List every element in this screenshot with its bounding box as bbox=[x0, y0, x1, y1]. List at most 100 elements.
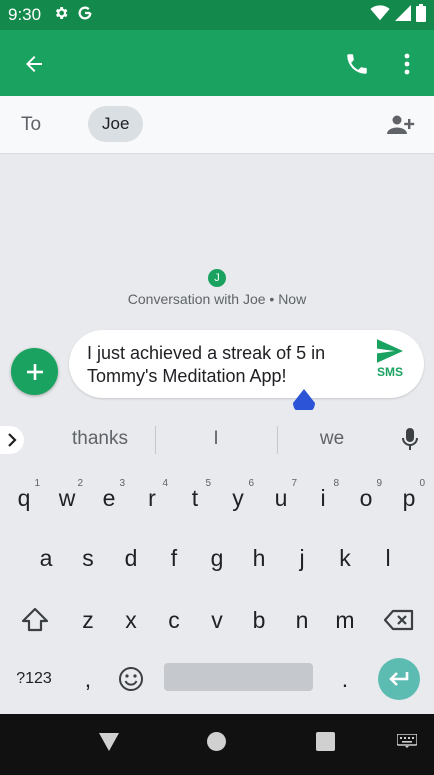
app-bar bbox=[0, 30, 434, 96]
message-text[interactable]: I just achieved a streak of 5 in Tommy's… bbox=[87, 342, 357, 388]
key-w[interactable]: w2 bbox=[47, 472, 87, 524]
send-sms-button[interactable]: SMS bbox=[367, 338, 413, 392]
suggestion-divider bbox=[155, 426, 156, 454]
expand-toolbar-button[interactable] bbox=[0, 426, 24, 454]
plus-icon bbox=[26, 363, 43, 380]
key-n[interactable]: n bbox=[282, 594, 322, 646]
key-label: y bbox=[232, 484, 244, 511]
status-time: 9:30 bbox=[8, 5, 42, 24]
send-label: SMS bbox=[376, 365, 403, 379]
arrow-left-icon bbox=[26, 56, 42, 72]
key-hint: 9 bbox=[376, 478, 382, 489]
backspace-key[interactable] bbox=[379, 594, 419, 646]
nav-recents-icon[interactable] bbox=[316, 732, 335, 751]
key-label: u bbox=[274, 484, 288, 511]
to-label: To bbox=[21, 114, 42, 135]
key-u[interactable]: u7 bbox=[261, 472, 301, 524]
contact-avatar: J bbox=[208, 269, 226, 287]
key-r[interactable]: r4 bbox=[132, 472, 172, 524]
more-options-button[interactable] bbox=[392, 45, 422, 83]
space-key[interactable] bbox=[164, 663, 313, 691]
key-l[interactable]: l bbox=[368, 532, 408, 584]
symbols-key[interactable]: ?123 bbox=[14, 653, 54, 705]
key-label: e bbox=[102, 484, 116, 511]
suggestion-3[interactable]: we bbox=[288, 428, 376, 450]
phone-icon bbox=[347, 54, 367, 74]
period-key[interactable]: . bbox=[325, 653, 365, 705]
nav-back-icon[interactable] bbox=[99, 733, 119, 751]
backspace-icon bbox=[384, 609, 414, 631]
key-label: w bbox=[58, 484, 76, 511]
key-hint: 2 bbox=[77, 478, 83, 489]
key-s[interactable]: s bbox=[68, 532, 108, 584]
key-f[interactable]: f bbox=[154, 532, 194, 584]
signal-icon bbox=[395, 4, 411, 26]
shift-key[interactable] bbox=[15, 594, 55, 646]
key-t[interactable]: t5 bbox=[175, 472, 215, 524]
add-recipient-button[interactable] bbox=[384, 110, 416, 140]
keyboard-icon[interactable] bbox=[397, 734, 417, 748]
mic-icon bbox=[402, 428, 418, 450]
add-person-icon bbox=[387, 115, 415, 134]
key-label: r bbox=[148, 484, 156, 511]
key-label: i bbox=[320, 484, 326, 511]
voice-input-button[interactable] bbox=[398, 426, 422, 454]
back-button[interactable] bbox=[16, 46, 52, 82]
key-k[interactable]: k bbox=[325, 532, 365, 584]
key-i[interactable]: i8 bbox=[303, 472, 343, 524]
wifi-icon bbox=[370, 4, 390, 26]
settings-gear-icon bbox=[53, 5, 69, 26]
key-c[interactable]: c bbox=[154, 594, 194, 646]
key-hint: 6 bbox=[248, 478, 254, 489]
key-e[interactable]: e3 bbox=[89, 472, 129, 524]
suggestion-strip: thanks I we bbox=[0, 410, 434, 470]
key-x[interactable]: x bbox=[111, 594, 151, 646]
key-g[interactable]: g bbox=[197, 532, 237, 584]
key-y[interactable]: y6 bbox=[218, 472, 258, 524]
suggestion-2[interactable]: I bbox=[172, 428, 260, 450]
key-d[interactable]: d bbox=[111, 532, 151, 584]
key-h[interactable]: h bbox=[239, 532, 279, 584]
key-v[interactable]: v bbox=[197, 594, 237, 646]
battery-icon bbox=[416, 3, 426, 27]
enter-key[interactable] bbox=[378, 658, 420, 700]
shift-icon bbox=[21, 607, 49, 632]
navigation-bar bbox=[0, 714, 434, 775]
key-hint: 4 bbox=[162, 478, 168, 489]
emoji-key[interactable] bbox=[111, 653, 151, 705]
chevron-right-icon bbox=[8, 433, 17, 447]
key-label: p bbox=[402, 484, 416, 511]
more-vert-icon bbox=[404, 53, 410, 75]
keyboard: thanks I we q1 w2 e3 r4 t5 y6 u7 i8 o9 p… bbox=[0, 410, 434, 714]
key-hint: 0 bbox=[419, 478, 425, 489]
conversation-caption: Conversation with Joe • Now bbox=[127, 291, 307, 307]
key-p[interactable]: p0 bbox=[389, 472, 429, 524]
key-b[interactable]: b bbox=[239, 594, 279, 646]
suggestion-divider bbox=[277, 426, 278, 454]
message-compose-field[interactable]: I just achieved a streak of 5 in Tommy's… bbox=[69, 330, 424, 398]
key-z[interactable]: z bbox=[68, 594, 108, 646]
key-hint: 5 bbox=[205, 478, 211, 489]
suggestion-1[interactable]: thanks bbox=[56, 428, 144, 450]
key-o[interactable]: o9 bbox=[346, 472, 386, 524]
recipient-row: To Joe bbox=[0, 96, 434, 154]
key-a[interactable]: a bbox=[26, 532, 66, 584]
enter-icon bbox=[389, 672, 409, 686]
google-g-icon bbox=[77, 5, 93, 26]
key-hint: 3 bbox=[119, 478, 125, 489]
recipient-chip[interactable]: Joe bbox=[88, 106, 144, 142]
key-j[interactable]: j bbox=[282, 532, 322, 584]
key-hint: 1 bbox=[34, 478, 40, 489]
nav-home-icon[interactable] bbox=[207, 732, 226, 751]
key-label: o bbox=[359, 484, 373, 511]
status-bar: 9:30 bbox=[0, 0, 434, 30]
key-hint: 8 bbox=[333, 478, 339, 489]
call-button[interactable] bbox=[338, 45, 376, 83]
emoji-icon bbox=[119, 667, 143, 691]
comma-key[interactable]: , bbox=[68, 653, 108, 705]
add-attachment-button[interactable] bbox=[11, 348, 58, 395]
key-label: q bbox=[17, 484, 31, 511]
key-q[interactable]: q1 bbox=[4, 472, 44, 524]
key-m[interactable]: m bbox=[325, 594, 365, 646]
key-hint: 7 bbox=[291, 478, 297, 489]
